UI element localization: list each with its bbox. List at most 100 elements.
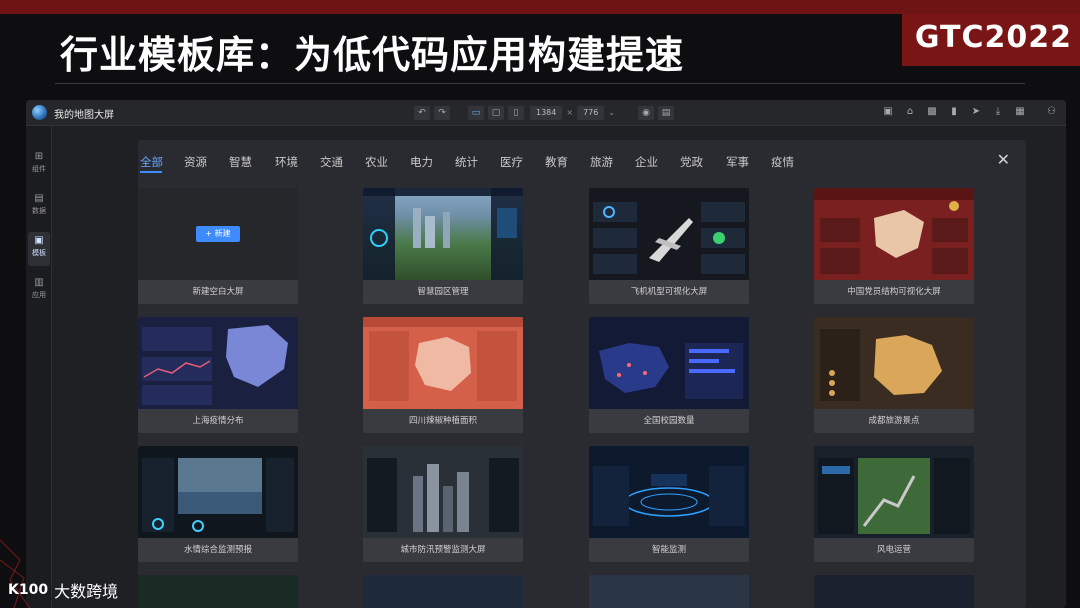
template-card-flood[interactable]: 城市防汛预警监测大屏 <box>363 446 523 562</box>
chevron-down-icon[interactable]: ⌄ <box>608 106 615 120</box>
tab-medical[interactable]: 医疗 <box>500 154 523 170</box>
brand-logo: K100 <box>8 582 49 598</box>
tab-power[interactable]: 电力 <box>410 154 433 170</box>
card-caption: 四川辣椒种植面积 <box>408 416 477 426</box>
template-card-row4[interactable] <box>138 575 298 608</box>
card-caption: 中国党员结构可视化大屏 <box>847 287 941 297</box>
gtc-badge-text: GTC2022 <box>914 20 1072 55</box>
template-icon: ▣ <box>34 235 44 246</box>
tab-education[interactable]: 教育 <box>545 154 568 170</box>
card-thumbnail <box>589 188 749 280</box>
wind-thumb-art <box>818 458 970 534</box>
app-header: 我的地图大屏 ↶ ↷ ▭ ▢ ▯ 1384 × 776 ⌄ ◉ ▤ ▣ ⌂ ▩ … <box>26 100 1066 126</box>
tab-tourism[interactable]: 旅游 <box>590 154 613 170</box>
tab-all[interactable]: 全部 <box>140 154 163 170</box>
tab-party[interactable]: 党政 <box>680 154 703 170</box>
sidebar-item-components[interactable]: ⊞ 组件 <box>28 148 50 182</box>
card-caption: 上海疫情分布 <box>192 416 244 426</box>
redo-icon[interactable]: ↷ <box>434 106 450 120</box>
sidebar-item-label: 模板 <box>32 249 46 257</box>
sidebar-item-data[interactable]: ▤ 数据 <box>28 190 50 224</box>
send-icon[interactable]: ➤ <box>970 106 982 118</box>
app-window: 我的地图大屏 ↶ ↷ ▭ ▢ ▯ 1384 × 776 ⌄ ◉ ▤ ▣ ⌂ ▩ … <box>26 100 1066 608</box>
card-thumbnail <box>138 446 298 538</box>
bookmark-icon[interactable]: ▮ <box>948 106 960 118</box>
tab-agriculture[interactable]: 农业 <box>365 154 388 170</box>
sidebar-item-label: 组件 <box>32 165 46 173</box>
template-card-aircraft[interactable]: 飞机机型可视化大屏 <box>589 188 749 304</box>
undo-icon[interactable]: ↶ <box>414 106 430 120</box>
tablet-icon[interactable]: ▢ <box>488 106 504 120</box>
new-button[interactable]: + 新建 <box>196 226 240 242</box>
size-group: 1384 × 776 ⌄ <box>530 106 615 120</box>
template-card-park[interactable]: 智慧园区管理 <box>363 188 523 304</box>
party-thumb-art <box>814 188 974 274</box>
template-dialog: 全部 资源 智慧 环境 交通 农业 电力 统计 医疗 教育 旅游 企业 党政 军… <box>138 140 1026 608</box>
template-card-water[interactable]: 水情综合监测预报 <box>138 446 298 562</box>
card-thumbnail <box>814 317 974 409</box>
tab-environment[interactable]: 环境 <box>275 154 298 170</box>
template-card-blank[interactable]: + 新建 新建空白大屏 <box>138 188 298 304</box>
template-card-monitor[interactable]: 智能监测 <box>589 446 749 562</box>
park-thumb-art <box>363 188 523 280</box>
sidebar-item-label: 应用 <box>32 291 46 299</box>
card-thumbnail <box>814 446 974 538</box>
app-title: 我的地图大屏 <box>54 110 114 121</box>
template-card-sichuan[interactable]: 四川辣椒种植面积 <box>363 317 523 433</box>
tab-military[interactable]: 军事 <box>726 154 749 170</box>
download-icon[interactable]: ⤓ <box>992 106 1004 118</box>
data-icon: ▤ <box>34 193 44 204</box>
card-thumbnail <box>363 317 523 409</box>
tab-resources[interactable]: 资源 <box>184 154 207 170</box>
card-thumbnail: + 新建 <box>138 188 298 280</box>
tab-enterprise[interactable]: 企业 <box>635 154 658 170</box>
user-icon[interactable]: ⚇ <box>1047 106 1056 117</box>
card-caption: 水情综合监测预报 <box>183 545 252 555</box>
desktop-icon[interactable]: ▭ <box>468 106 484 120</box>
brand-text: 大数跨境 <box>54 582 119 601</box>
slide-title: 行业模板库：为低代码应用构建提速 <box>60 33 685 77</box>
shirt-icon[interactable]: ⌂ <box>904 106 916 118</box>
globe-logo-icon <box>32 105 47 120</box>
sichuan-thumb-art <box>363 317 523 401</box>
lock-icon[interactable]: ▩ <box>926 106 938 118</box>
card-thumbnail <box>138 317 298 409</box>
width-input[interactable]: 1384 <box>530 106 563 120</box>
preview-icon[interactable]: ◉ <box>638 106 654 120</box>
undo-redo-group: ↶ ↷ <box>414 106 450 120</box>
mobile-icon[interactable]: ▯ <box>508 106 524 120</box>
layers-icon[interactable]: ▤ <box>658 106 674 120</box>
tab-smart[interactable]: 智慧 <box>229 154 252 170</box>
card-caption: 城市防汛预警监测大屏 <box>400 545 486 555</box>
shanghai-thumb-art <box>142 325 288 405</box>
save-icon[interactable]: ▦ <box>1014 106 1026 118</box>
template-card-wind[interactable]: 风电运营 <box>814 446 974 562</box>
template-card-row4[interactable] <box>363 575 523 608</box>
card-thumbnail <box>363 188 523 280</box>
active-tab-underline <box>140 171 162 173</box>
category-tabs: 全部 资源 智慧 环境 交通 农业 电力 统计 医疗 教育 旅游 企业 党政 军… <box>138 140 1026 173</box>
top-banner <box>0 0 1080 14</box>
sidebar-item-apps[interactable]: ▥ 应用 <box>28 274 50 308</box>
template-card-party[interactable]: 中国党员结构可视化大屏 <box>814 188 974 304</box>
template-card-row4[interactable] <box>589 575 749 608</box>
template-card-campus[interactable]: 全国校园数量 <box>589 317 749 433</box>
card-thumbnail <box>363 575 523 608</box>
play-group: ◉ ▤ <box>638 106 674 120</box>
size-separator: × <box>566 108 574 117</box>
card-thumbnail <box>814 188 974 280</box>
height-input[interactable]: 776 <box>577 106 605 120</box>
device-group: ▭ ▢ ▯ <box>468 106 524 120</box>
tab-traffic[interactable]: 交通 <box>320 154 343 170</box>
tab-epidemic[interactable]: 疫情 <box>771 154 794 170</box>
card-thumbnail <box>138 575 298 608</box>
template-card-chengdu[interactable]: 成都旅游景点 <box>814 317 974 433</box>
template-card-row4[interactable] <box>814 575 974 608</box>
card-caption: 飞机机型可视化大屏 <box>630 287 708 297</box>
close-icon[interactable]: ✕ <box>997 150 1010 169</box>
sidebar-item-templates[interactable]: ▣ 模板 <box>28 232 50 266</box>
tab-statistics[interactable]: 统计 <box>455 154 478 170</box>
card-caption: 智能监测 <box>651 545 686 555</box>
image-icon[interactable]: ▣ <box>882 106 894 118</box>
template-card-shanghai[interactable]: 上海疫情分布 <box>138 317 298 433</box>
